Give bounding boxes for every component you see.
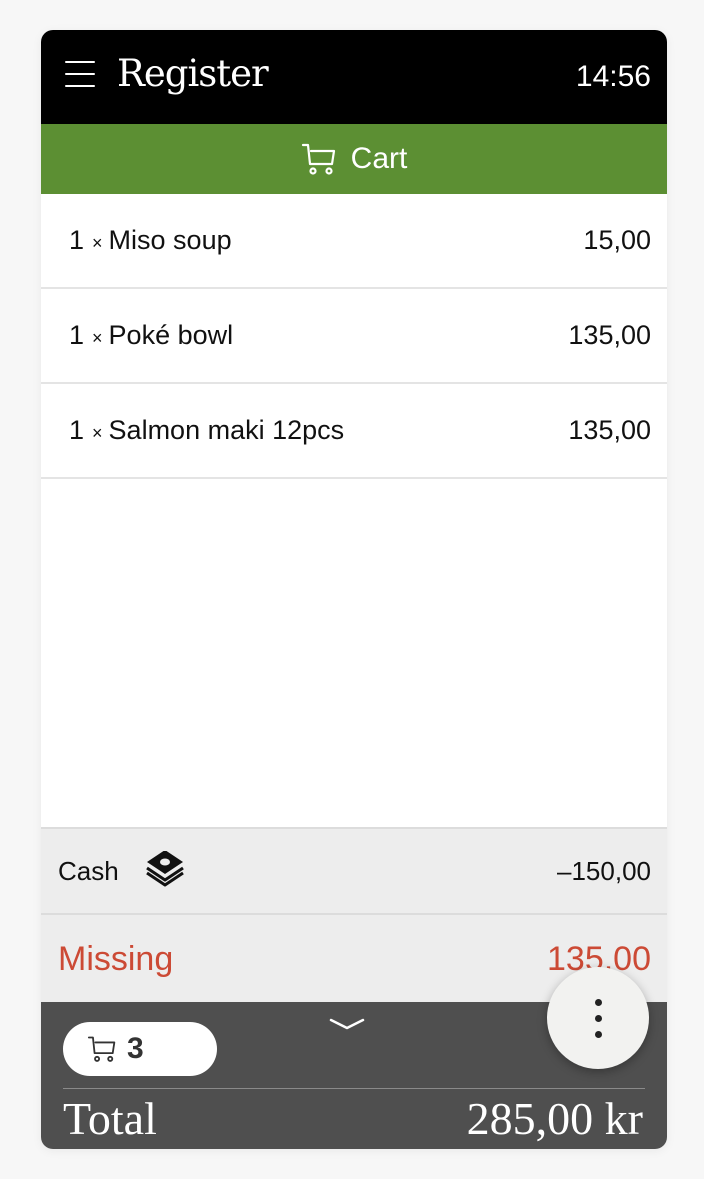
payment-row-cash[interactable]: Cash –150,00 <box>41 827 667 915</box>
cart-item-row[interactable]: 1 × Salmon maki 12pcs 135,00 <box>41 384 667 479</box>
hamburger-menu-icon[interactable] <box>65 61 95 87</box>
cart-item-description: 1 × Poké bowl <box>69 320 233 351</box>
cart-header-bar[interactable]: Cart <box>41 124 667 194</box>
payment-method-label: Cash <box>58 855 119 886</box>
register-screen: Register 14:56 Cart 1 × Miso soup 15,00 1 ×… <box>41 30 667 1149</box>
cart-item-price: 135,00 <box>568 320 651 350</box>
times-sign: × <box>92 328 103 348</box>
clock: 14:56 <box>575 60 651 93</box>
cart-count-pill[interactable]: 3 <box>63 1022 217 1076</box>
more-options-button[interactable] <box>547 967 649 1069</box>
cart-item-price: 135,00 <box>568 415 651 445</box>
cart-item-name: Miso soup <box>108 225 232 255</box>
cart-item-qty: 1 <box>69 415 85 445</box>
payment-amount: –150,00 <box>557 855 651 886</box>
more-vertical-icon <box>594 998 602 1006</box>
cart-item-description: 1 × Salmon maki 12pcs <box>69 415 344 446</box>
times-sign: × <box>92 233 103 253</box>
cart-icon <box>87 1036 116 1062</box>
cart-item-row[interactable]: 1 × Poké bowl 135,00 <box>41 289 667 384</box>
footer-divider <box>63 1088 645 1089</box>
cart-item-qty: 1 <box>69 225 85 255</box>
cart-item-list: 1 × Miso soup 15,00 1 × Poké bowl 135,00 1 × S… <box>41 194 667 479</box>
cart-item-name: Poké bowl <box>108 320 234 350</box>
cash-icon <box>145 851 184 887</box>
times-sign: × <box>92 423 103 443</box>
cart-item-qty: 1 <box>69 320 85 350</box>
total-label: Total <box>63 1093 157 1144</box>
chevron-down-icon[interactable] <box>328 1016 366 1032</box>
cart-count: 3 <box>127 1032 144 1065</box>
cart-item-description: 1 × Miso soup <box>69 225 232 256</box>
cart-item-row[interactable]: 1 × Miso soup 15,00 <box>41 194 667 289</box>
cart-icon <box>301 143 335 175</box>
top-bar: Register 14:56 <box>41 30 667 124</box>
app-title: Register <box>117 52 269 95</box>
cart-item-price: 15,00 <box>583 225 651 255</box>
cart-item-name: Salmon maki 12pcs <box>108 415 345 445</box>
missing-label: Missing <box>58 939 174 978</box>
cart-header-label: Cart <box>350 142 408 175</box>
total-value: 285,00 kr <box>466 1093 643 1144</box>
